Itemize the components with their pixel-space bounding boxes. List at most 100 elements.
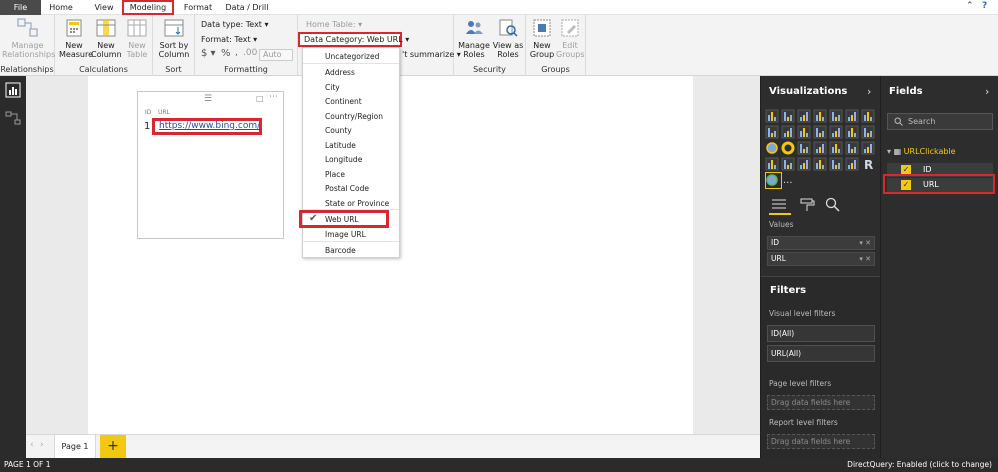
kpi-visual-icon[interactable]	[797, 157, 811, 171]
manage-roles-button[interactable]: Manage Roles	[458, 17, 490, 59]
table-node[interactable]: ▾ ▦ URLClickable	[887, 147, 956, 156]
new-measure-button[interactable]: New Measure	[59, 17, 93, 59]
collapse-ribbon-icon[interactable]: ⌃	[966, 1, 974, 11]
page-tab[interactable]: Page 1	[54, 435, 96, 459]
home-table-dropdown[interactable]: Home Table: ▾	[306, 20, 362, 29]
new-group-button[interactable]: New Group	[528, 17, 556, 59]
filter-card-id[interactable]: ID(All)	[767, 325, 875, 342]
scatter-visual-icon[interactable]	[861, 125, 875, 139]
area-visual-icon[interactable]	[765, 125, 779, 139]
stacked-column-visual-icon[interactable]	[781, 109, 795, 123]
more-visual-icon[interactable]: ...	[783, 175, 793, 186]
values-well-id[interactable]: ID ▾ ✕	[767, 236, 875, 250]
treemap-visual-icon[interactable]	[797, 141, 811, 155]
tab-modeling[interactable]: Modeling	[122, 0, 174, 15]
100-bar-visual-icon[interactable]	[829, 109, 843, 123]
pie-visual-icon[interactable]	[766, 142, 778, 154]
menu-item-longitude[interactable]: Longitude	[325, 155, 362, 164]
tab-home[interactable]: Home	[44, 0, 78, 15]
next-page-icon[interactable]: ›	[40, 440, 44, 450]
edit-groups-button[interactable]: Edit Groups	[556, 17, 585, 59]
menu-item-latitude[interactable]: Latitude	[325, 141, 356, 150]
menu-item-country-region[interactable]: Country/Region	[325, 112, 383, 121]
collapse-pane-icon[interactable]: ›	[867, 85, 871, 98]
card-visual-icon[interactable]	[765, 157, 779, 171]
default-summarization-dropdown[interactable]: 't summarize ▾	[402, 50, 461, 59]
focus-mode-icon[interactable]: □	[256, 94, 264, 103]
menu-item-address[interactable]: Address	[325, 68, 355, 77]
ribbon-visual-icon[interactable]	[829, 125, 843, 139]
currency-button[interactable]: $ ▾	[201, 48, 216, 59]
data-category-dropdown[interactable]: Data Category: Web URL ▾	[298, 32, 409, 47]
donut-visual-icon[interactable]	[781, 141, 795, 155]
menu-item-county[interactable]: County	[325, 126, 352, 135]
comma-button[interactable]: ,	[235, 48, 238, 58]
tab-view[interactable]: View	[86, 0, 122, 15]
menu-item-barcode[interactable]: Barcode	[325, 246, 356, 255]
waterfall-visual-icon[interactable]	[845, 125, 859, 139]
stacked-area-visual-icon[interactable]	[781, 125, 795, 139]
new-column-button[interactable]: New Column	[91, 17, 122, 59]
fields-tab-icon[interactable]	[771, 198, 787, 212]
view-as-roles-button[interactable]: View as Roles	[492, 17, 524, 59]
directquery-status[interactable]: DirectQuery: Enabled (click to change)	[847, 458, 992, 472]
add-page-button[interactable]: +	[100, 435, 126, 459]
page-filter-drop-zone[interactable]: Drag data fields here	[767, 395, 875, 410]
help-icon[interactable]: ?	[982, 1, 987, 11]
funnel-visual-icon[interactable]	[845, 141, 859, 155]
clustered-column-visual-icon[interactable]	[813, 109, 827, 123]
multirow-card-visual-icon[interactable]	[781, 157, 795, 171]
menu-item-place[interactable]: Place	[325, 170, 345, 179]
prev-page-icon[interactable]: ‹	[30, 440, 34, 450]
tab-format[interactable]: Format	[178, 0, 218, 15]
analytics-magnifier-icon[interactable]	[825, 197, 841, 213]
report-filter-drop-zone[interactable]: Drag data fields here	[767, 434, 875, 449]
menu-item-uncategorized[interactable]: Uncategorized	[325, 52, 379, 61]
tab-file[interactable]: File	[0, 0, 41, 15]
clustered-bar-visual-icon[interactable]	[797, 109, 811, 123]
line-column-visual-icon[interactable]	[797, 125, 811, 139]
column-header-url[interactable]: URL	[158, 109, 170, 116]
sort-by-column-button[interactable]: Sort by Column	[157, 17, 191, 59]
stacked-bar-visual-icon[interactable]	[765, 109, 779, 123]
table-visual-icon[interactable]	[829, 157, 843, 171]
expand-chevron-icon[interactable]: ▾	[887, 147, 891, 156]
line-visual-icon[interactable]	[861, 109, 875, 123]
format-dropdown[interactable]: Format: Text ▾	[201, 35, 257, 44]
map-visual-icon[interactable]	[813, 141, 827, 155]
column-header-id[interactable]: ID	[145, 109, 151, 116]
menu-item-state-or-province[interactable]: State or Province	[325, 199, 389, 208]
filled-map-visual-icon[interactable]	[829, 141, 843, 155]
line-column-2-visual-icon[interactable]	[813, 125, 827, 139]
collapse-fields-icon[interactable]: ›	[985, 85, 989, 98]
fields-search-input[interactable]: Search	[887, 113, 993, 130]
filter-card-url[interactable]: URL(All)	[767, 345, 875, 362]
relationships-view-icon[interactable]	[5, 110, 21, 126]
data-type-dropdown[interactable]: Data type: Text ▾	[201, 20, 269, 29]
more-options-icon[interactable]: ⋯	[269, 92, 278, 102]
url-link[interactable]: https://www.bing.com/	[159, 121, 260, 131]
remove-field-icon[interactable]: ▾ ✕	[859, 237, 871, 249]
values-well-url[interactable]: URL ▾ ✕	[767, 252, 875, 266]
gauge-visual-icon[interactable]	[861, 141, 875, 155]
report-view-icon[interactable]	[5, 82, 21, 98]
format-paint-roller-icon[interactable]	[799, 198, 815, 212]
menu-item-continent[interactable]: Continent	[325, 97, 362, 106]
new-table-button[interactable]: New Table	[122, 17, 152, 59]
decimal-icon[interactable]: .00	[243, 48, 257, 58]
menu-item-postal-code[interactable]: Postal Code	[325, 184, 369, 193]
fields-pane: Fields › Search ▾ ▦ URLClickable ✓ ID ✓ UR…	[880, 76, 998, 458]
matrix-visual-icon[interactable]	[845, 157, 859, 171]
slicer-visual-icon[interactable]	[813, 157, 827, 171]
drag-handle-icon[interactable]: ☰	[204, 94, 212, 104]
tab-data-drill[interactable]: Data / Drill	[224, 0, 270, 15]
remove-field-icon[interactable]: ▾ ✕	[859, 253, 871, 265]
100-column-visual-icon[interactable]	[845, 109, 859, 123]
decimal-places-input[interactable]: Auto	[259, 49, 293, 61]
manage-relationships-button[interactable]: Manage Relationships	[2, 17, 55, 59]
table-visual[interactable]: ☰ □ ⋯ ID URL	[137, 91, 284, 239]
r-visual-visual-icon[interactable]: R	[864, 158, 873, 172]
menu-item-city[interactable]: City	[325, 83, 340, 92]
menu-item-image-url[interactable]: Image URL	[325, 230, 366, 239]
percent-button[interactable]: %	[221, 48, 231, 59]
